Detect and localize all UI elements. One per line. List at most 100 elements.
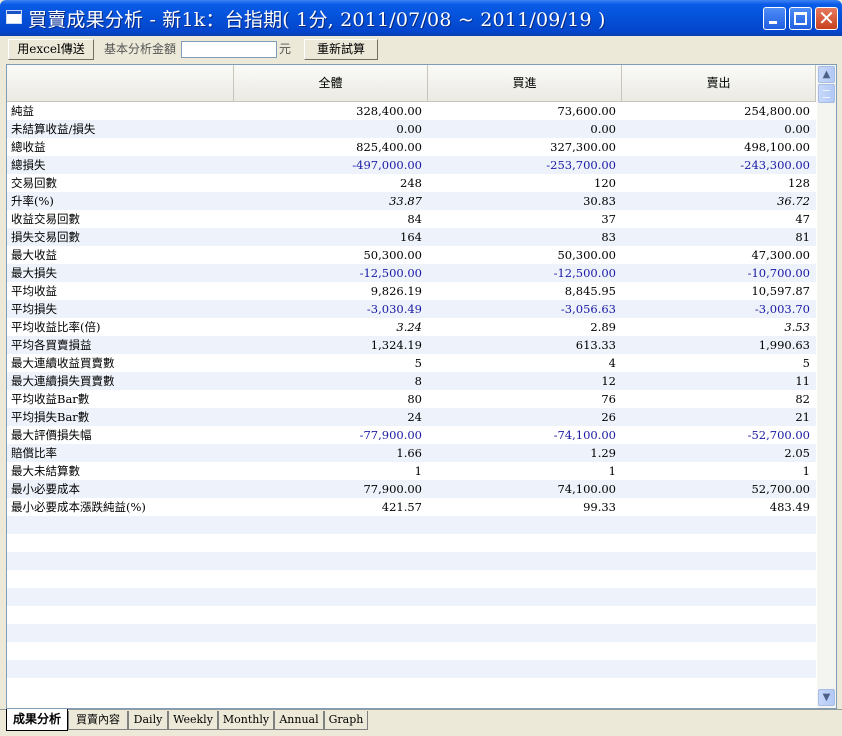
cell-all: 0.00 xyxy=(396,122,422,136)
cell-all: 24 xyxy=(407,410,422,424)
table-row[interactable]: 總損失 -497,000.00 -253,700.00 -243,300.00 xyxy=(7,156,816,174)
row-label: 交易回數 xyxy=(11,176,57,190)
cell-buy: 12 xyxy=(601,374,616,388)
minimize-icon xyxy=(769,21,777,24)
table-row[interactable]: 損失交易回數 164 83 81 xyxy=(7,228,816,246)
maximize-button[interactable] xyxy=(789,7,812,30)
header-label-column[interactable] xyxy=(7,65,234,102)
tab-graph[interactable]: Graph xyxy=(324,711,368,730)
vertical-scrollbar[interactable]: ▲ ▼ xyxy=(817,65,836,708)
cell-buy: 76 xyxy=(601,392,616,406)
row-label: 最大收益 xyxy=(11,248,57,262)
table-row[interactable] xyxy=(7,588,816,606)
table-row[interactable]: 平均損失Bar數 24 26 21 xyxy=(7,408,816,426)
cell-all: 77,900.00 xyxy=(363,482,422,496)
cell-buy: -253,700.00 xyxy=(546,158,616,172)
cell-sell: 82 xyxy=(795,392,810,406)
tab-trades[interactable]: 買賣內容 xyxy=(68,711,128,730)
scroll-up-button[interactable]: ▲ xyxy=(818,66,835,83)
cell-sell: 498,100.00 xyxy=(744,140,810,154)
cell-all: 84 xyxy=(407,212,422,226)
table-row[interactable]: 最大評價損失幅 -77,900.00 -74,100.00 -52,700.00 xyxy=(7,426,816,444)
table-row[interactable]: 最大連續收益買賣數 5 4 5 xyxy=(7,354,816,372)
table-row[interactable]: 平均收益Bar數 80 76 82 xyxy=(7,390,816,408)
table-row[interactable]: 交易回數 248 120 128 xyxy=(7,174,816,192)
title-bar[interactable]: 買賣成果分析 - 新1k：台指期( 1分, 2011/07/08 ~ 2011/… xyxy=(0,0,842,36)
cell-sell: -52,700.00 xyxy=(747,428,810,442)
table-row[interactable] xyxy=(7,642,816,660)
cell-buy: 1 xyxy=(608,464,616,478)
cell-buy: 0.00 xyxy=(590,122,616,136)
table-row[interactable]: 賠償比率 1.66 1.29 2.05 xyxy=(7,444,816,462)
table-row[interactable]: 最大未結算數 1 1 1 xyxy=(7,462,816,480)
table-row[interactable]: 最小必要成本 77,900.00 74,100.00 52,700.00 xyxy=(7,480,816,498)
table-row[interactable]: 總收益 825,400.00 327,300.00 498,100.00 xyxy=(7,138,816,156)
tab-weekly[interactable]: Weekly xyxy=(168,711,218,730)
table-row[interactable] xyxy=(7,516,816,534)
close-button[interactable]: ✕ xyxy=(815,7,838,30)
table-row[interactable]: 平均收益 9,826.19 8,845.95 10,597.87 xyxy=(7,282,816,300)
excel-export-button[interactable]: 用excel傳送 xyxy=(8,39,94,60)
cell-sell: 52,700.00 xyxy=(751,482,810,496)
table-row[interactable]: 未結算收益/損失 0.00 0.00 0.00 xyxy=(7,120,816,138)
header-buy[interactable]: 買進 xyxy=(428,65,622,102)
table-row[interactable]: 平均損失 -3,030.49 -3,056.63 -3,003.70 xyxy=(7,300,816,318)
cell-all: 825,400.00 xyxy=(356,140,422,154)
table-row[interactable] xyxy=(7,570,816,588)
table-row[interactable] xyxy=(7,624,816,642)
tab-analysis[interactable]: 成果分析 xyxy=(6,709,68,731)
table-row[interactable] xyxy=(7,678,816,696)
cell-sell: 81 xyxy=(795,230,810,244)
tab-annual[interactable]: Annual xyxy=(274,711,324,730)
table-row[interactable]: 最大連續損失買賣數 8 12 11 xyxy=(7,372,816,390)
cell-all: 1.66 xyxy=(396,446,422,460)
table-row[interactable]: 最小必要成本漲跌純益(%) 421.57 99.33 483.49 xyxy=(7,498,816,516)
table-row[interactable] xyxy=(7,606,816,624)
amount-input[interactable] xyxy=(181,41,277,58)
table-row[interactable]: 純益 328,400.00 73,600.00 254,800.00 xyxy=(7,102,816,120)
tab-monthly[interactable]: Monthly xyxy=(218,711,274,730)
row-label: 最小必要成本漲跌純益(%) xyxy=(11,500,146,514)
minimize-button[interactable] xyxy=(763,7,786,30)
row-label: 平均收益 xyxy=(11,284,57,298)
table-row[interactable] xyxy=(7,534,816,552)
scroll-down-button[interactable]: ▼ xyxy=(818,689,835,706)
cell-sell: 483.49 xyxy=(769,500,810,514)
table-row[interactable] xyxy=(7,552,816,570)
window-title: 買賣成果分析 - 新1k：台指期( 1分, 2011/07/08 ~ 2011/… xyxy=(28,9,606,31)
recalculate-button[interactable]: 重新試算 xyxy=(304,39,378,60)
row-label: 總損失 xyxy=(11,158,46,172)
chevron-up-icon: ▲ xyxy=(822,69,831,80)
cell-buy: 613.33 xyxy=(575,338,616,352)
table-row[interactable]: 平均收益比率(倍) 3.24 2.89 3.53 xyxy=(7,318,816,336)
cell-buy: 327,300.00 xyxy=(550,140,616,154)
tab-daily[interactable]: Daily xyxy=(128,711,168,730)
row-label: 損失交易回數 xyxy=(11,230,80,244)
cell-all: 164 xyxy=(400,230,422,244)
table-row[interactable] xyxy=(7,660,816,678)
cell-sell: 47,300.00 xyxy=(751,248,810,262)
table-row[interactable]: 升率(%) 33.87 30.83 36.72 xyxy=(7,192,816,210)
row-label: 最大連續收益買賣數 xyxy=(11,356,115,370)
row-label: 平均損失 xyxy=(11,302,57,316)
cell-sell: -243,300.00 xyxy=(740,158,810,172)
cell-sell: 3.53 xyxy=(784,320,810,334)
scroll-thumb[interactable] xyxy=(818,84,835,103)
maximize-icon xyxy=(794,12,807,25)
tab-bar: 成果分析 買賣內容 Daily Weekly Monthly Annual Gr… xyxy=(0,709,842,736)
toolbar: 用excel傳送 基本分析金額 元 重新試算 xyxy=(0,36,842,64)
cell-all: 328,400.00 xyxy=(356,104,422,118)
cell-sell: 47 xyxy=(795,212,810,226)
cell-sell: 5 xyxy=(802,356,810,370)
row-label: 最小必要成本 xyxy=(11,482,80,496)
cell-buy: 74,100.00 xyxy=(557,482,616,496)
cell-sell: 1,990.63 xyxy=(758,338,810,352)
header-sell[interactable]: 賣出 xyxy=(622,65,816,102)
row-label: 平均收益Bar數 xyxy=(11,392,90,406)
table-row[interactable]: 平均各買賣損益 1,324.19 613.33 1,990.63 xyxy=(7,336,816,354)
table-row[interactable]: 最大收益 50,300.00 50,300.00 47,300.00 xyxy=(7,246,816,264)
table-row[interactable]: 最大損失 -12,500.00 -12,500.00 -10,700.00 xyxy=(7,264,816,282)
cell-all: -3,030.49 xyxy=(366,302,422,316)
table-row[interactable]: 收益交易回數 84 37 47 xyxy=(7,210,816,228)
header-all[interactable]: 全體 xyxy=(234,65,428,102)
